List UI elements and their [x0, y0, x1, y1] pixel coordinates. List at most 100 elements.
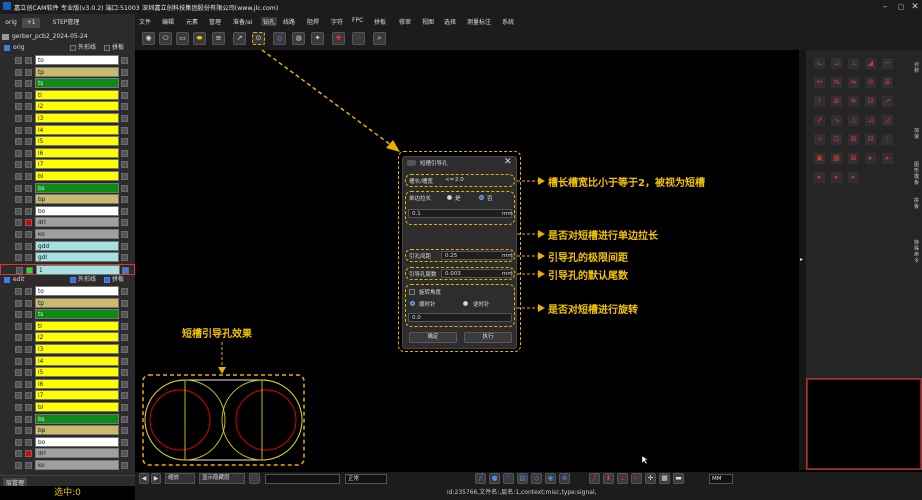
zoom-select[interactable]: 缩放 [165, 473, 195, 484]
mouse-cursor-icon [641, 455, 649, 465]
grid-icon[interactable]: ▦ [659, 473, 670, 484]
rotate-checkbox[interactable] [409, 289, 415, 295]
right-tool-icon[interactable]: ▣ [814, 153, 825, 164]
ratio-value[interactable]: 2.0 [455, 177, 464, 183]
tail-input[interactable]: 0.003 mm [441, 269, 513, 278]
right-tool-icon[interactable]: ⊿ [831, 58, 842, 69]
bottom-toolbar: ◀ ▶ 缩放 显示隐藏层 ⬚ 正常 ╱ ● ◜ ▨ ◇ ◉ ⊕ ╱ ⬇ ⊥ ⊢ … [135, 472, 922, 486]
draw-circle-icon[interactable]: ● [489, 473, 500, 484]
status-bar: id:235766,文件名:,层名:1,context:misc,type:si… [135, 486, 922, 500]
layer-mode-button[interactable]: 显示隐藏层 [199, 473, 245, 484]
effect-box [142, 374, 305, 466]
unit-label: mm [502, 271, 513, 277]
stretch-input[interactable]: 0.1 mm [408, 209, 513, 218]
right-tool-icon[interactable]: ◿ [882, 115, 893, 126]
right-tool-icon[interactable]: ⊘ [865, 77, 876, 88]
annotation-rotate: 是否对短槽进行旋转 [548, 305, 638, 316]
minimap-viewport [807, 379, 921, 469]
right-tool-icon[interactable]: ▸ [865, 153, 876, 164]
right-tool-icon[interactable]: ⇋ [848, 77, 859, 88]
command-input[interactable] [265, 474, 340, 484]
clockwise-label: 顺时针 [419, 302, 436, 308]
right-tool-icon[interactable]: ↔ [814, 77, 825, 88]
guide-hole-left [149, 389, 211, 451]
crosshair-icon[interactable]: ✛ [645, 473, 656, 484]
right-tool-icon[interactable]: ⊟ [865, 134, 876, 145]
right-tool-icon[interactable]: ⊥ [848, 58, 859, 69]
rotate-value: 0.0 [412, 315, 421, 321]
arrow-head [386, 140, 400, 152]
gap-input[interactable]: 0.25 mm [441, 251, 513, 260]
vertical-tab[interactable]: 对称 [914, 62, 920, 74]
right-tool-icon[interactable]: ⌑ [814, 134, 825, 145]
stretch-yes-radio[interactable] [447, 195, 452, 200]
snap-icon[interactable]: ⊕ [559, 473, 570, 484]
right-tool-icon[interactable]: ◢ [865, 58, 876, 69]
right-tool-icon[interactable]: ⋮ [882, 134, 893, 145]
stretch-no-radio[interactable] [479, 195, 484, 200]
right-tool-icon[interactable]: ⇗ [814, 115, 825, 126]
right-tool-icon[interactable]: ⌇ [814, 96, 825, 107]
unit-select[interactable]: MM [709, 474, 733, 484]
pin-icon[interactable]: ⬇ [603, 473, 614, 484]
next-icon[interactable]: ▶ [151, 473, 161, 484]
ruler-icon[interactable]: ▬ [673, 473, 684, 484]
right-tool-icon[interactable]: ↗ [882, 96, 893, 107]
right-tool-icon[interactable]: ⇆ [831, 77, 842, 88]
distribute-icon[interactable]: ⊢ [631, 473, 642, 484]
stretch-value: 0.1 [412, 211, 421, 217]
right-tool-icon[interactable]: ⌐ [882, 58, 893, 69]
draw-line-icon[interactable]: ╱ [475, 473, 486, 484]
select-box-icon[interactable]: ⬚ [249, 473, 260, 484]
right-tool-icon[interactable]: ⊟ [865, 96, 876, 107]
tail-value: 0.003 [445, 271, 461, 277]
vertical-tab[interactable]: 加速 [914, 128, 920, 140]
right-tool-icon[interactable]: ⊞ [831, 96, 842, 107]
vertical-tab[interactable]: 特殊命令 [914, 240, 920, 264]
right-tool-icon[interactable]: ↘ [831, 115, 842, 126]
mode-select[interactable]: 正常 [345, 474, 387, 484]
right-tool-icon[interactable]: ▸ [848, 172, 859, 183]
right-tool-icon[interactable]: △ [848, 115, 859, 126]
dialog-title: 短槽引导孔 [420, 161, 448, 167]
dialog-close-icon[interactable]: ✕ [504, 157, 512, 167]
right-tool-icon[interactable]: ▸ [814, 172, 825, 183]
align-icon[interactable]: ⊥ [617, 473, 628, 484]
right-tool-icon[interactable]: ▸ [831, 172, 842, 183]
right-tool-icon[interactable]: ≣ [882, 77, 893, 88]
arrow-line [261, 49, 396, 149]
prev-icon[interactable]: ◀ [139, 473, 149, 484]
stretch-label: 单边拉长 [409, 196, 432, 202]
splitter[interactable]: ▸ [799, 50, 806, 470]
draw-rect-icon[interactable]: ▨ [517, 473, 528, 484]
right-tool-icon[interactable]: ⊞ [848, 134, 859, 145]
right-tool-icon[interactable]: ▦ [831, 153, 842, 164]
unit-label: mm [502, 253, 513, 259]
draw-pad-icon[interactable]: ◉ [545, 473, 556, 484]
gap-value: 0.25 [445, 253, 458, 259]
ok-button[interactable]: 确定 [409, 332, 457, 343]
minimap[interactable] [806, 378, 922, 470]
right-tool-icon[interactable]: ⊾ [814, 58, 825, 69]
rotate-input[interactable]: 0.0 [408, 313, 512, 322]
pen-red-icon[interactable]: ╱ [589, 473, 600, 484]
annotation-ratio: 槽长槽宽比小于等于2，被视为短槽 [548, 178, 705, 189]
right-tool-icon[interactable]: ⊠ [848, 153, 859, 164]
right-tool-icon[interactable]: ⊿ [865, 115, 876, 126]
draw-polygon-icon[interactable]: ◇ [531, 473, 542, 484]
right-tool-icon[interactable]: ⊡ [831, 134, 842, 145]
run-button[interactable]: 执行 [464, 332, 512, 343]
right-tool-icon[interactable]: ▸ [882, 153, 893, 164]
collapse-arrow-icon[interactable]: ▸ [800, 256, 803, 263]
stretch-no-label: 否 [487, 196, 493, 202]
counterclockwise-radio[interactable] [463, 301, 468, 306]
stretch-yes-label: 是 [455, 196, 461, 202]
ratio-operator[interactable]: <= [445, 177, 454, 183]
annotation-effect: 短槽引导孔效果 [182, 329, 252, 340]
right-tool-icon[interactable]: ⊕ [848, 96, 859, 107]
clockwise-radio[interactable] [410, 301, 415, 306]
gap-label: 引孔间距 [409, 254, 432, 260]
vertical-tab[interactable]: 拼板 [914, 198, 920, 210]
draw-arc-icon[interactable]: ◜ [503, 473, 514, 484]
vertical-tab[interactable]: 图形模板 [914, 162, 920, 186]
